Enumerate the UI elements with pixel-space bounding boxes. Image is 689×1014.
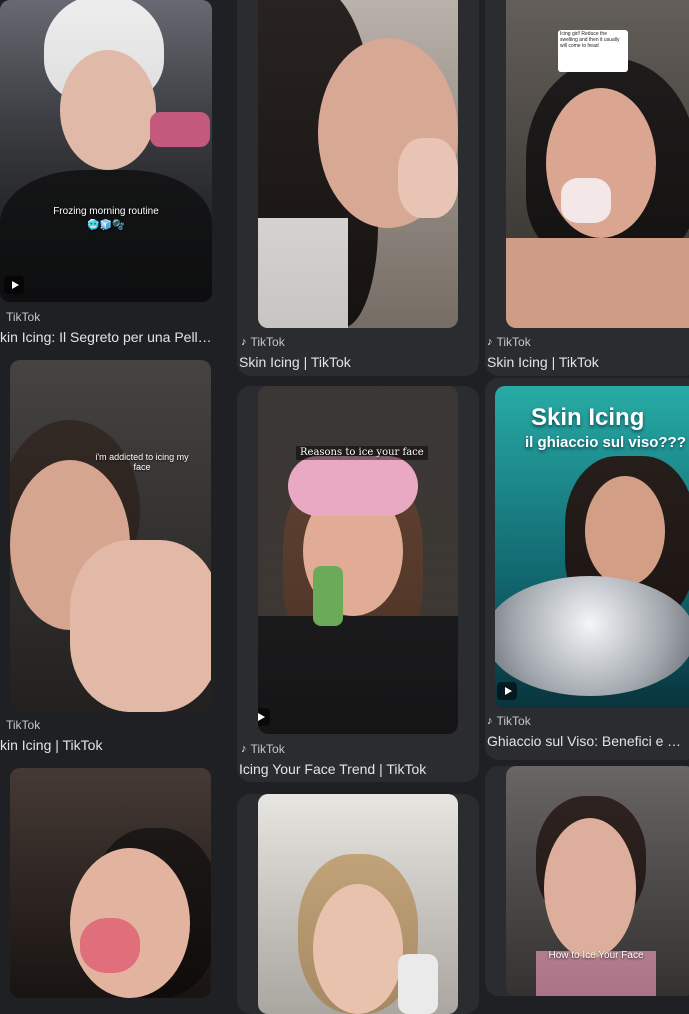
source-label: TikTok xyxy=(250,335,285,349)
result-card[interactable]: i'm addicted to icing my face TikTok kin… xyxy=(0,360,222,756)
result-source[interactable]: ♪ TikTok xyxy=(487,714,531,728)
result-title[interactable]: Skin Icing | TikTok xyxy=(239,354,477,370)
thumbnail-caption: Icing girl! Reduce the swelling and then… xyxy=(558,30,628,72)
tiktok-logo-icon: ♪ xyxy=(241,743,247,755)
thumbnail-subtitle: il ghiaccio sul viso??? xyxy=(525,434,686,451)
source-label: TikTok xyxy=(6,310,41,324)
result-card[interactable]: How to Ice Your Face xyxy=(485,766,689,996)
result-thumbnail[interactable] xyxy=(258,0,458,328)
play-icon[interactable] xyxy=(497,682,517,700)
result-card[interactable]: Reasons to ice your face ♪ TikTok Icing Y… xyxy=(237,386,479,782)
result-source[interactable]: TikTok xyxy=(6,718,40,732)
result-thumbnail[interactable]: How to Ice Your Face xyxy=(506,766,689,996)
tiktok-logo-icon: ♪ xyxy=(241,336,247,348)
result-card[interactable] xyxy=(237,794,479,1014)
thumbnail-caption: i'm addicted to icing my face xyxy=(95,452,189,473)
result-source[interactable]: ♪ TikTok xyxy=(487,335,531,349)
thumbnail-title: Skin Icing xyxy=(531,404,645,431)
result-source[interactable]: ♪ TikTok xyxy=(241,335,285,349)
result-title[interactable]: Ghiaccio sul Viso: Benefici e Tec xyxy=(487,733,687,749)
result-thumbnail[interactable]: Reasons to ice your face xyxy=(258,386,458,734)
thumbnail-caption: Frozing morning routine xyxy=(53,206,159,217)
result-thumbnail[interactable]: Frozing morning routine 🥶🧊🫧 xyxy=(0,0,212,302)
play-icon[interactable] xyxy=(4,276,24,294)
thumbnail-caption: How to Ice Your Face xyxy=(548,950,644,961)
source-label: TikTok xyxy=(496,714,531,728)
result-title[interactable]: Icing Your Face Trend | TikTok xyxy=(239,761,477,777)
source-label: TikTok xyxy=(6,718,41,732)
result-thumbnail[interactable]: Icing girl! Reduce the swelling and then… xyxy=(506,0,689,328)
thumbnail-emoji: 🥶🧊🫧 xyxy=(87,220,125,231)
result-card[interactable]: Icing girl! Reduce the swelling and then… xyxy=(485,0,689,376)
result-card[interactable]: Frozing morning routine 🥶🧊🫧 TikTok kin I… xyxy=(0,0,222,352)
source-label: TikTok xyxy=(496,335,531,349)
result-thumbnail[interactable] xyxy=(258,794,458,1014)
result-source[interactable]: TikTok xyxy=(6,310,40,324)
tiktok-logo-icon: ♪ xyxy=(487,336,493,348)
result-source[interactable]: ♪ TikTok xyxy=(241,742,285,756)
result-title[interactable]: Skin Icing | TikTok xyxy=(487,354,687,370)
source-label: TikTok xyxy=(250,742,285,756)
result-title[interactable]: kin Icing | TikTok xyxy=(0,737,214,753)
tiktok-logo-icon: ♪ xyxy=(487,715,493,727)
result-card[interactable] xyxy=(0,768,222,998)
result-card[interactable]: ♪ TikTok Skin Icing | TikTok xyxy=(237,0,479,376)
result-card[interactable]: Skin Icing il ghiaccio sul viso??? ♪ TikT… xyxy=(485,378,689,760)
play-icon[interactable] xyxy=(258,708,270,726)
thumbnail-caption: Reasons to ice your face xyxy=(296,446,428,460)
result-title[interactable]: kin Icing: Il Segreto per una Pelle … xyxy=(0,329,214,345)
result-thumbnail[interactable]: Skin Icing il ghiaccio sul viso??? xyxy=(495,386,689,708)
result-thumbnail[interactable] xyxy=(10,768,211,998)
result-thumbnail[interactable]: i'm addicted to icing my face xyxy=(10,360,211,712)
